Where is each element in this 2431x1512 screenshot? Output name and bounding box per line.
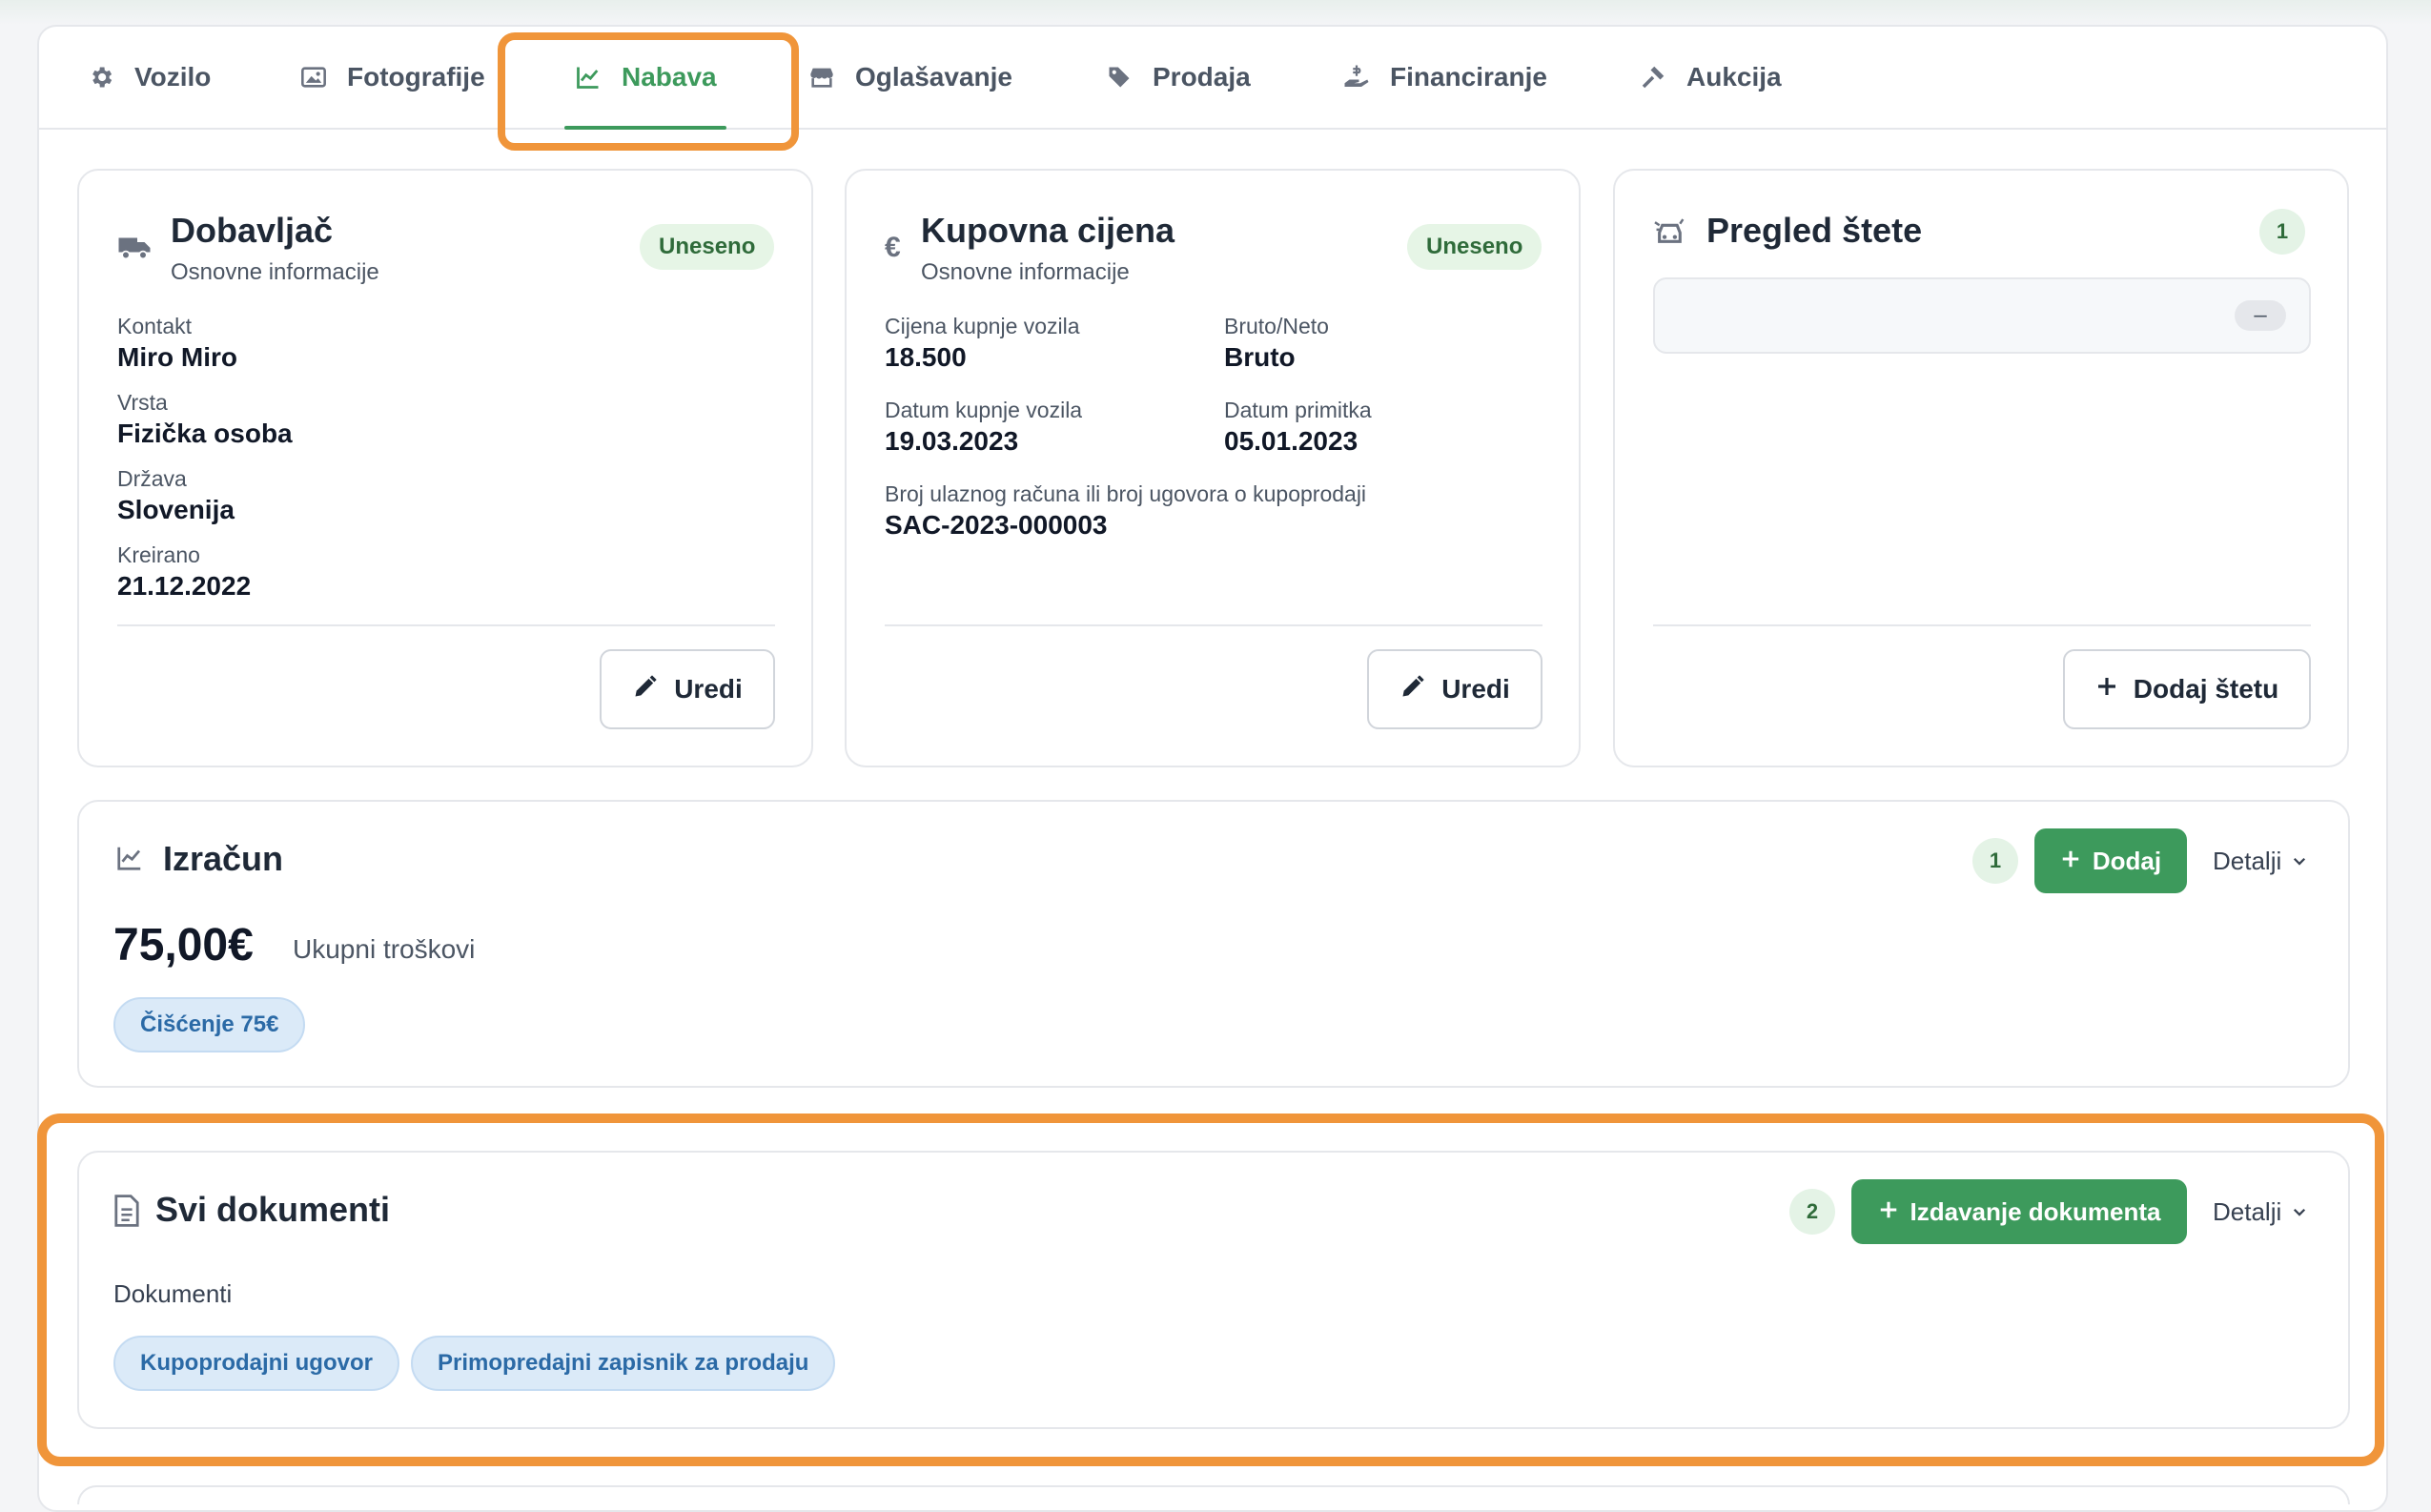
hand-coin-icon bbox=[1342, 63, 1371, 92]
plus-icon bbox=[2095, 674, 2118, 705]
tab-fotografije[interactable]: Fotografije bbox=[299, 25, 485, 130]
card-title: Dobavljač bbox=[171, 211, 334, 250]
calculation-count-badge: 1 bbox=[1972, 838, 2018, 884]
plus-icon bbox=[2060, 847, 2081, 876]
total-cost: 75,00€ bbox=[113, 920, 254, 971]
field-value: 19.03.2023 bbox=[885, 426, 1019, 456]
field-value: 21.12.2022 bbox=[117, 571, 252, 601]
tab-bar: Vozilo Fotografije Nabava Oglašavanje Pr… bbox=[37, 25, 2388, 130]
tab-oglasavanje[interactable]: Oglašavanje bbox=[807, 25, 1012, 130]
card-subtitle: Osnovne informacije bbox=[921, 259, 1130, 285]
collapse-toggle[interactable]: – bbox=[2235, 300, 2286, 331]
tab-label: Oglašavanje bbox=[855, 62, 1012, 92]
button-label: Uredi bbox=[674, 674, 743, 704]
field-value: 18.500 bbox=[885, 342, 967, 372]
field-value: Fizička osoba bbox=[117, 419, 293, 448]
field-label: Kontakt bbox=[117, 314, 192, 338]
supplier-card: Dobavljač Osnovne informacije Uneseno Ko… bbox=[77, 169, 813, 767]
damage-list-item[interactable]: – bbox=[1653, 277, 2311, 354]
pencil-icon bbox=[632, 673, 659, 706]
tag-icon bbox=[1105, 63, 1134, 92]
divider bbox=[885, 624, 1542, 626]
gear-icon bbox=[87, 63, 115, 92]
details-dropdown[interactable]: Detalji bbox=[2213, 847, 2308, 876]
chart-line-icon bbox=[113, 844, 146, 877]
truck-icon bbox=[117, 234, 152, 267]
field-label: Država bbox=[117, 466, 187, 491]
field-value: Slovenija bbox=[117, 495, 235, 524]
button-label: Dodaj bbox=[2092, 846, 2162, 875]
total-cost-label: Ukupni troškovi bbox=[293, 934, 476, 964]
tab-label: Vozilo bbox=[134, 62, 212, 92]
field-value: Bruto bbox=[1224, 342, 1296, 372]
gavel-icon bbox=[1639, 63, 1667, 92]
tab-label: Aukcija bbox=[1686, 62, 1782, 92]
tab-aukcija[interactable]: Aukcija bbox=[1639, 25, 1782, 130]
edit-supplier-button[interactable]: Uredi bbox=[600, 649, 775, 729]
field-value: 05.01.2023 bbox=[1224, 426, 1358, 456]
purchase-price-card: € Kupovna cijena Osnovne informacije Une… bbox=[845, 169, 1581, 767]
add-damage-button[interactable]: Dodaj štetu bbox=[2063, 649, 2311, 729]
status-badge: Uneseno bbox=[1407, 224, 1542, 270]
field-label: Datum kupnje vozila bbox=[885, 398, 1083, 422]
field-label: Broj ulaznog računa ili broj ugovora o k… bbox=[885, 481, 1367, 506]
field-label: Bruto/Neto bbox=[1224, 314, 1329, 338]
card-subtitle: Osnovne informacije bbox=[171, 259, 379, 285]
top-gradient bbox=[0, 0, 2431, 25]
field-label: Cijena kupnje vozila bbox=[885, 314, 1080, 338]
calculation-card: Izračun 1 Dodaj Detalji 75,00€ Ukupni tr… bbox=[77, 800, 2350, 1088]
field-label: Kreirano bbox=[117, 542, 200, 567]
image-icon bbox=[299, 63, 328, 92]
card-title: Izračun bbox=[163, 839, 284, 878]
tab-label: Fotografije bbox=[347, 62, 485, 92]
tab-financiranje[interactable]: Financiranje bbox=[1342, 25, 1547, 130]
store-icon bbox=[807, 63, 836, 92]
car-crash-icon bbox=[1653, 216, 1689, 254]
pencil-icon bbox=[1399, 673, 1426, 706]
damage-card: Pregled štete 1 – Dodaj štetu bbox=[1613, 169, 2349, 767]
field-label: Vrsta bbox=[117, 390, 168, 415]
tab-label: Prodaja bbox=[1153, 62, 1251, 92]
field-label: Datum primitka bbox=[1224, 398, 1372, 422]
button-label: Dodaj štetu bbox=[2133, 674, 2279, 704]
dropdown-label: Detalji bbox=[2213, 847, 2282, 875]
field-value: Miro Miro bbox=[117, 342, 237, 372]
tab-label: Financiranje bbox=[1390, 62, 1547, 92]
chevron-down-icon bbox=[2291, 847, 2308, 876]
edit-purchase-button[interactable]: Uredi bbox=[1367, 649, 1542, 729]
tab-vozilo[interactable]: Vozilo bbox=[87, 25, 211, 130]
field-value: SAC-2023-000003 bbox=[885, 510, 1108, 540]
button-label: Uredi bbox=[1441, 674, 1510, 704]
cost-chip[interactable]: Čišćenje 75€ bbox=[113, 997, 306, 1052]
card-title: Pregled štete bbox=[1706, 211, 1923, 250]
next-card-edge bbox=[77, 1485, 2350, 1504]
divider bbox=[117, 624, 775, 626]
tab-prodaja[interactable]: Prodaja bbox=[1105, 25, 1251, 130]
euro-icon: € bbox=[885, 232, 901, 263]
add-cost-button[interactable]: Dodaj bbox=[2034, 828, 2187, 893]
damage-count-badge: 1 bbox=[2259, 209, 2305, 255]
card-title: Kupovna cijena bbox=[921, 211, 1175, 250]
highlight-box-tab bbox=[498, 32, 799, 151]
divider bbox=[1653, 624, 2311, 626]
status-badge: Uneseno bbox=[640, 224, 775, 270]
highlight-box-documents bbox=[37, 1114, 2384, 1466]
